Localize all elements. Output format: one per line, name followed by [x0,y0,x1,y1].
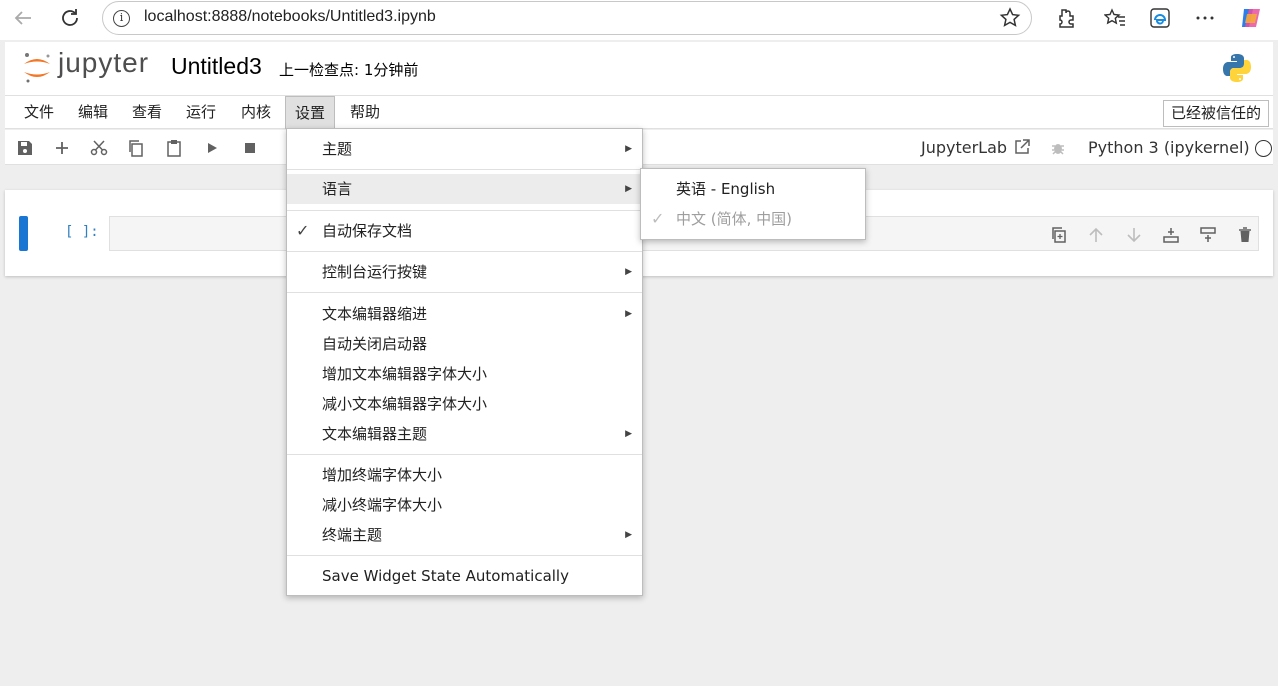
menu-item-terminal-theme[interactable]: 终端主题 ▶ [287,520,642,550]
insert-below-icon[interactable] [1197,224,1219,246]
menu-item-autosave[interactable]: ✓ 自动保存文档 [287,216,642,246]
language-submenu: 英语 - English ✓ 中文 (简体, 中国) [640,168,866,240]
menu-view[interactable]: 查看 [123,96,171,129]
menubar: 文件 编辑 查看 运行 内核 设置 帮助 已经被信任的 [5,96,1273,129]
trusted-indicator[interactable]: 已经被信任的 [1162,100,1269,127]
menu-run[interactable]: 运行 [177,96,225,129]
jupyter-logo-text: jupyter [58,47,150,78]
language-english[interactable]: 英语 - English [641,174,865,204]
open-jupyterlab-link[interactable]: JupyterLab [921,138,1007,157]
menu-item-label: 增加终端字体大小 [322,466,443,484]
menu-item-label: 语言 [322,180,353,198]
duplicate-cell-icon[interactable] [1048,224,1070,246]
run-icon[interactable] [201,137,223,159]
favorite-star-icon[interactable] [999,7,1021,33]
menu-item-label: 终端主题 [322,526,383,544]
reload-icon[interactable] [55,4,85,32]
menu-item-save-widget-state[interactable]: Save Widget State Automatically [287,561,642,591]
kernel-status-icon [1255,140,1272,157]
checkpoint-status: 上一检查点: 1分钟前 [279,61,419,79]
menu-item-label: 控制台运行按键 [322,263,428,281]
notebook-title[interactable]: Untitled3 [171,53,262,80]
menu-edit[interactable]: 编辑 [69,96,117,129]
menu-item-label: 减小终端字体大小 [322,496,443,514]
submenu-arrow-icon: ▶ [625,530,632,540]
checkmark-icon: ✓ [651,209,665,228]
settings-dropdown-menu: 主题 ▶ 语言 ▶ ✓ 自动保存文档 控制台运行按键 ▶ 文本编辑器缩进 ▶ 自… [286,128,643,596]
menu-item-label: 自动保存文档 [322,222,413,240]
paste-icon[interactable] [163,137,185,159]
menu-item-label: 减小文本编辑器字体大小 [322,395,488,413]
cell-collapser[interactable] [19,216,28,251]
submenu-arrow-icon: ▶ [625,184,632,194]
delete-cell-icon[interactable] [1234,224,1256,246]
site-info-icon[interactable]: i [113,10,130,27]
menu-item-label: 主题 [322,140,353,158]
add-cell-icon[interactable] [51,137,73,159]
language-chinese-simplified: ✓ 中文 (简体, 中国) [641,204,865,234]
python-logo-icon [1223,54,1251,82]
address-bar[interactable]: i localhost:8888/notebooks/Untitled3.ipy… [102,1,1032,35]
menu-item-label: 文本编辑器缩进 [322,305,428,323]
save-icon[interactable] [14,137,36,159]
kernel-name[interactable]: Python 3 (ipykernel) [1088,138,1250,157]
insert-above-icon[interactable] [1160,224,1182,246]
external-link-icon[interactable] [1013,138,1031,160]
menu-item-decrease-terminal-font[interactable]: 减小终端字体大小 [287,490,642,520]
copy-icon[interactable] [125,137,147,159]
menu-settings[interactable]: 设置 [285,96,336,129]
menu-file[interactable]: 文件 [15,96,63,129]
menu-item-auto-close-launcher[interactable]: 自动关闭启动器 [287,329,642,359]
jupyter-logo-icon[interactable] [21,50,53,86]
menu-separator [287,292,642,293]
menu-separator [287,169,642,170]
menu-item-console-run-keys[interactable]: 控制台运行按键 ▶ [287,257,642,287]
move-down-icon[interactable] [1123,224,1145,246]
edge-ie-mode-icon[interactable] [1145,4,1175,32]
menu-item-label: 文本编辑器主题 [322,425,428,443]
more-options-icon[interactable] [1190,4,1220,32]
submenu-arrow-icon: ▶ [625,144,632,154]
menu-item-increase-editor-font[interactable]: 增加文本编辑器字体大小 [287,359,642,389]
menu-item-label: 增加文本编辑器字体大小 [322,365,488,383]
checkmark-icon: ✓ [296,221,310,240]
move-up-icon[interactable] [1085,224,1107,246]
menu-separator [287,210,642,211]
menu-item-decrease-editor-font[interactable]: 减小文本编辑器字体大小 [287,389,642,419]
browser-toolbar: i localhost:8888/notebooks/Untitled3.ipy… [0,0,1278,40]
submenu-arrow-icon: ▶ [625,429,632,439]
stop-icon[interactable] [239,137,261,159]
menu-item-language[interactable]: 语言 ▶ [287,174,642,204]
submenu-arrow-icon: ▶ [625,309,632,319]
menu-item-editor-theme[interactable]: 文本编辑器主题 ▶ [287,419,642,449]
menu-separator [287,555,642,556]
menu-item-label: 中文 (简体, 中国) [676,210,793,228]
copilot-icon[interactable] [1236,4,1266,32]
menu-kernel[interactable]: 内核 [232,96,280,129]
menu-item-label: Save Widget State Automatically [322,567,569,585]
debugger-icon[interactable] [1049,139,1067,161]
extensions-icon[interactable] [1050,4,1080,32]
favorites-icon[interactable] [1100,4,1130,32]
menu-item-label: 自动关闭启动器 [322,335,428,353]
menu-item-editor-indent[interactable]: 文本编辑器缩进 ▶ [287,299,642,329]
submenu-arrow-icon: ▶ [625,267,632,277]
menu-item-increase-terminal-font[interactable]: 增加终端字体大小 [287,460,642,490]
menu-separator [287,454,642,455]
menu-help[interactable]: 帮助 [341,96,389,129]
menu-separator [287,251,642,252]
menu-item-label: 英语 - English [676,180,776,198]
cut-icon[interactable] [88,137,110,159]
url-text: localhost:8888/notebooks/Untitled3.ipynb [144,8,436,25]
jupyter-header: jupyter Untitled3 上一检查点: 1分钟前 [5,42,1273,96]
menu-item-theme[interactable]: 主题 ▶ [287,134,642,164]
cell-prompt: [ ]: [65,224,99,240]
back-icon[interactable] [8,4,38,32]
